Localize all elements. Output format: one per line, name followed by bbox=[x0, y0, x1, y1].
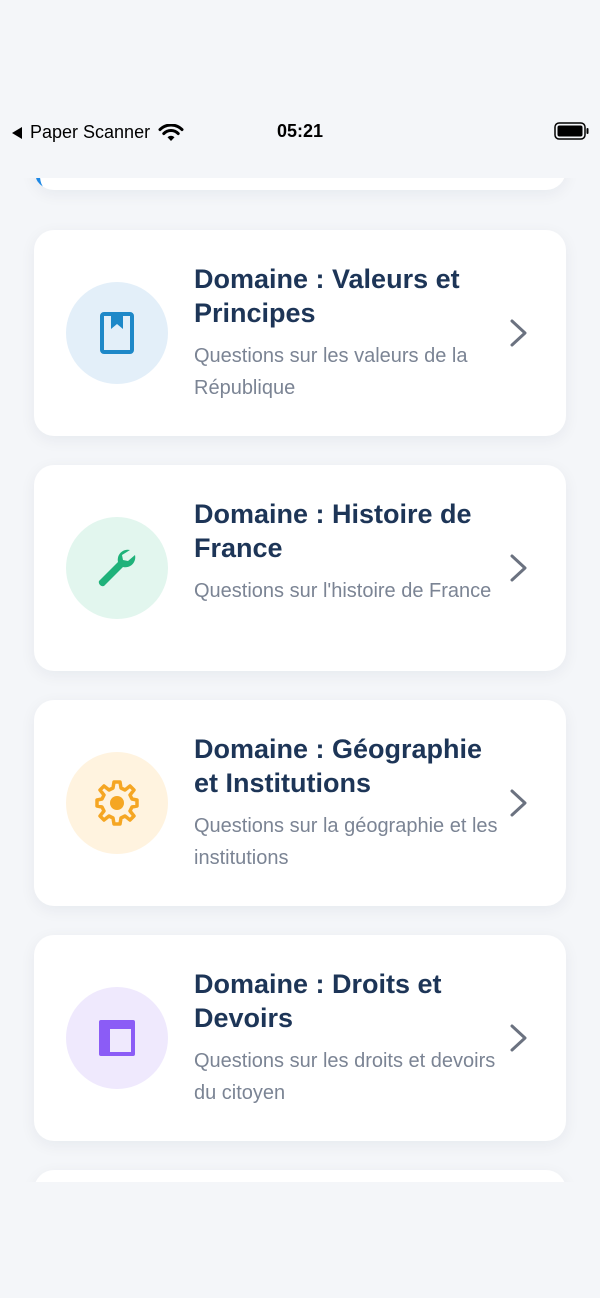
domain-title: Domaine : Droits et Devoirs bbox=[194, 969, 442, 1033]
chevron-right-icon bbox=[510, 554, 527, 582]
status-bar: Paper Scanner 05:21 bbox=[0, 108, 600, 156]
chevron-right-icon bbox=[510, 789, 527, 817]
domain-description: Questions sur les valeurs de la Républiq… bbox=[194, 345, 468, 399]
domain-description: Questions sur les droits et devoirs du c… bbox=[194, 1050, 496, 1104]
domain-description: Questions sur l'histoire de France bbox=[194, 580, 492, 602]
domain-icon-circle bbox=[66, 282, 168, 384]
domain-description: Questions sur la géographie et les insti… bbox=[194, 815, 498, 869]
domain-icon-circle bbox=[66, 517, 168, 619]
chevron-right-icon bbox=[510, 319, 527, 347]
domain-card-droits[interactable]: Domaine : Droits et Devoirs Questions su… bbox=[34, 935, 566, 1141]
domain-title: Domaine : Histoire de France bbox=[194, 499, 472, 563]
wrench-icon bbox=[98, 549, 136, 587]
domain-icon-circle bbox=[66, 987, 168, 1089]
domain-list[interactable]: Domaine : Valeurs et Principes Questions… bbox=[0, 178, 600, 1182]
status-time: 05:21 bbox=[276, 121, 324, 141]
domain-title: Domaine : Géographie et Institutions bbox=[194, 734, 483, 798]
layout-icon bbox=[99, 1020, 135, 1056]
domain-card-valeurs[interactable]: Domaine : Valeurs et Principes Questions… bbox=[34, 230, 566, 436]
chevron-right-icon bbox=[510, 1024, 527, 1052]
gear-icon bbox=[95, 780, 139, 826]
domain-icon-circle bbox=[66, 752, 168, 854]
book-icon bbox=[100, 312, 134, 354]
domain-card-geographie[interactable]: Domaine : Géographie et Institutions Que… bbox=[34, 700, 566, 906]
battery-icon bbox=[554, 122, 589, 140]
card-accent bbox=[36, 178, 80, 190]
domain-card-histoire[interactable]: Domaine : Histoire de France Questions s… bbox=[34, 465, 566, 671]
domain-card-partial[interactable] bbox=[34, 1170, 566, 1182]
domain-card-partial[interactable] bbox=[34, 178, 566, 190]
domain-title: Domaine : Valeurs et Principes bbox=[194, 264, 460, 328]
